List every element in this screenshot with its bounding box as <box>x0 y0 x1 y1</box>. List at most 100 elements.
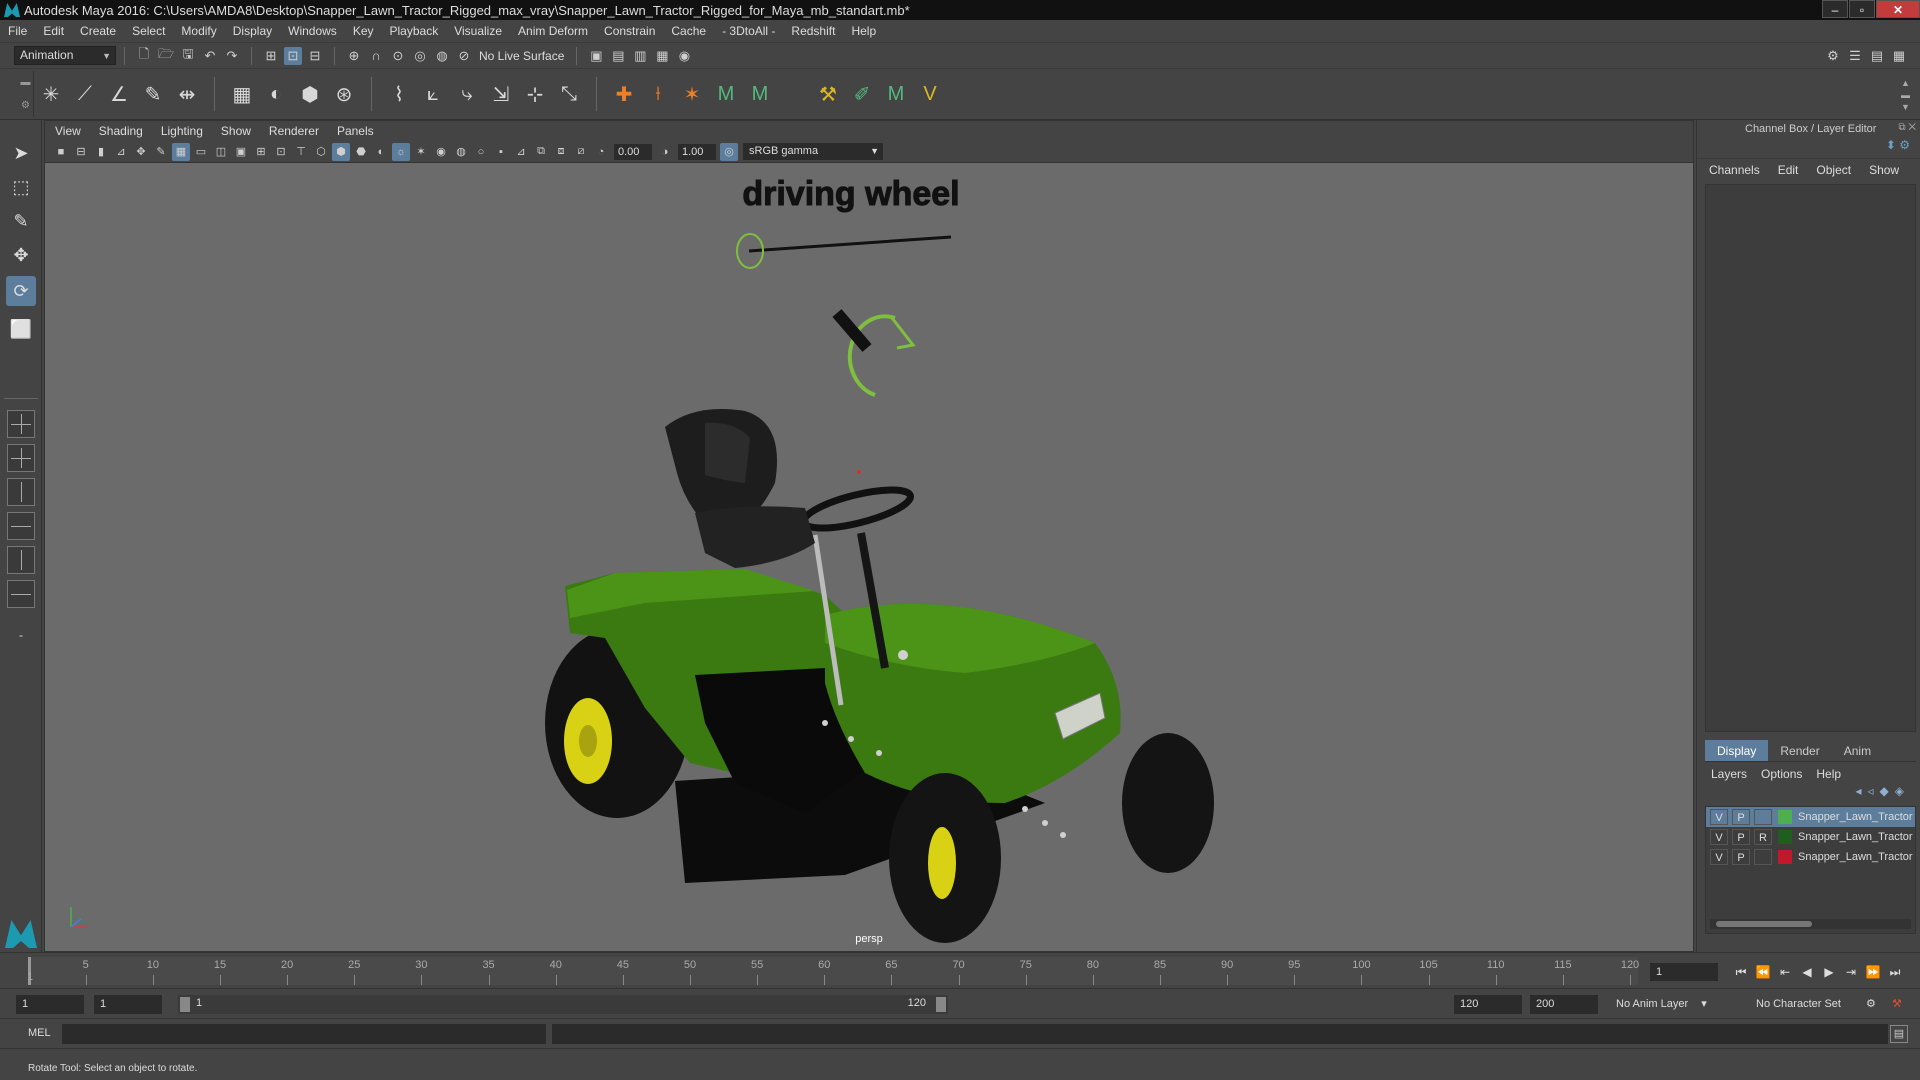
layer-row[interactable]: V P Snapper_Lawn_Tractor <box>1706 847 1915 867</box>
current-frame-field[interactable]: 1 <box>1650 963 1718 981</box>
panel-menu-panels[interactable]: Panels <box>337 124 374 138</box>
joint-tool-icon[interactable]: ✳ <box>36 79 66 109</box>
mash-icon[interactable]: M <box>881 79 911 109</box>
shelf-scroll-arrows[interactable]: ▲ ▬ ▼ <box>1901 77 1910 113</box>
menu-edit[interactable]: Edit <box>43 24 64 38</box>
grease-pencil-icon[interactable]: ✎ <box>152 143 170 161</box>
gamma-field[interactable]: 1.00 <box>678 143 716 160</box>
textured-icon[interactable]: ◐ <box>372 143 390 161</box>
playback-start-field[interactable]: 1 <box>94 995 162 1014</box>
motion-blur-icon[interactable]: ◍ <box>452 143 470 161</box>
scale-tool-icon[interactable]: ⬜ <box>6 314 36 344</box>
panel-menu-view[interactable]: View <box>55 124 81 138</box>
go-to-end-icon[interactable]: ⏭ <box>1884 963 1906 981</box>
minimize-button[interactable]: – <box>1822 0 1848 18</box>
camera-lock-icon[interactable]: ⊟ <box>72 143 90 161</box>
step-forward-key-icon[interactable]: ⇥ <box>1840 963 1862 981</box>
snap-view-icon[interactable]: ◎ <box>411 47 429 65</box>
live-surface-icon[interactable]: ⊘ <box>455 47 473 65</box>
new-scene-icon[interactable]: 🗋 <box>135 46 153 65</box>
panel-menu-show[interactable]: Show <box>221 124 251 138</box>
isolate-select-icon[interactable]: ⊿ <box>512 143 530 161</box>
layer-display-type-toggle[interactable]: R <box>1754 829 1772 845</box>
select-hierarchy-icon[interactable]: ⊞ <box>262 47 280 65</box>
shadows-icon[interactable]: ✶ <box>412 143 430 161</box>
quick-rig-icon[interactable]: M <box>711 79 741 109</box>
scene-canvas[interactable]: driving wheel <box>45 163 1693 951</box>
point-constraint-icon[interactable]: ✶ <box>677 79 707 109</box>
playback-range-bar[interactable]: 1 120 <box>178 995 948 1014</box>
layout-persp-graph-button[interactable] <box>7 546 35 574</box>
end-time-field[interactable]: 200 <box>1530 995 1598 1014</box>
layout-stacked-button[interactable] <box>7 512 35 540</box>
wrap-icon[interactable]: ◐ <box>261 79 291 109</box>
film-gate-icon[interactable]: ▭ <box>192 143 210 161</box>
wireframe-icon[interactable]: ⬡ <box>312 143 330 161</box>
attribute-editor-icon[interactable]: ☰ <box>1846 47 1864 65</box>
paint-select-icon[interactable]: ✎ <box>6 206 36 236</box>
wheel-rotate-controller[interactable] <box>832 309 916 397</box>
more-layouts-icon[interactable]: - <box>6 620 36 650</box>
layer-playback-toggle[interactable]: P <box>1732 849 1750 865</box>
menu-cache[interactable]: Cache <box>671 24 706 38</box>
resolution-gate-icon[interactable]: ◫ <box>212 143 230 161</box>
lawn-tractor-model[interactable] <box>545 409 1214 943</box>
start-time-field[interactable]: 1 <box>16 995 84 1014</box>
cluster-icon[interactable]: ⊛ <box>329 79 359 109</box>
hypershade-icon[interactable]: ◉ <box>675 47 693 65</box>
layout-persp-outliner-button[interactable] <box>7 580 35 608</box>
paint-skin-icon[interactable]: ✐ <box>847 79 877 109</box>
step-forward-frame-icon[interactable]: ⏩ <box>1862 963 1884 981</box>
play-backwards-icon[interactable]: ◀ <box>1796 963 1818 981</box>
panel-menu-lighting[interactable]: Lighting <box>161 124 203 138</box>
menu-constrain[interactable]: Constrain <box>604 24 655 38</box>
menu-playback[interactable]: Playback <box>390 24 439 38</box>
select-component-icon[interactable]: ⊟ <box>306 47 324 65</box>
camera-select-icon[interactable]: ■ <box>52 143 70 161</box>
script-editor-icon[interactable]: ▤ <box>1890 1025 1908 1043</box>
multisample-icon[interactable]: ○ <box>472 143 490 161</box>
open-scene-icon[interactable]: 🗁 <box>157 46 175 65</box>
use-all-lights-icon[interactable]: ☼ <box>392 142 410 161</box>
channel-box-icon[interactable]: ▦ <box>1890 47 1908 65</box>
select-tool-icon[interactable]: ➤ <box>6 138 36 168</box>
live-surface-label[interactable]: No Live Surface <box>479 49 564 63</box>
scene-label-driving-wheel[interactable]: driving wheel <box>742 175 960 214</box>
wireframe-on-shaded-icon[interactable]: ⬣ <box>352 143 370 161</box>
play-forwards-icon[interactable]: ▶ <box>1818 963 1840 981</box>
render-settings-icon[interactable]: ▦ <box>653 47 671 65</box>
new-layer-icon[interactable]: ◆ <box>1880 784 1895 798</box>
layers-menu[interactable]: Layers <box>1711 767 1747 781</box>
snap-grid-icon[interactable]: ⊕ <box>345 47 363 65</box>
step-back-key-icon[interactable]: ⇤ <box>1774 963 1796 981</box>
curve-tool-icon[interactable]: ⌇ <box>384 79 414 109</box>
layout-side-by-side-button[interactable] <box>7 478 35 506</box>
range-end-handle[interactable] <box>936 997 946 1012</box>
snap-surface-icon[interactable]: ◍ <box>433 47 451 65</box>
locator-icon[interactable]: ✚ <box>609 79 639 109</box>
depth-of-field-icon[interactable]: ▪ <box>492 143 510 161</box>
menu-windows[interactable]: Windows <box>288 24 337 38</box>
layer-playback-toggle[interactable]: P <box>1732 809 1750 825</box>
xray-components-icon[interactable]: ⧄ <box>572 143 590 161</box>
layout-single-pane-button[interactable] <box>7 410 35 438</box>
ipr-render-icon[interactable]: ▥ <box>631 47 649 65</box>
layer-visibility-toggle[interactable]: V <box>1710 829 1728 845</box>
ik-spline-icon[interactable]: ∠ <box>104 79 134 109</box>
render-frame-icon[interactable]: ▤ <box>609 47 627 65</box>
character-set-dropdown[interactable]: No Character Set <box>1750 995 1870 1014</box>
object-menu[interactable]: Object <box>1816 163 1851 177</box>
layer-visibility-toggle[interactable]: V <box>1710 809 1728 825</box>
script-icon[interactable]: V <box>915 79 945 109</box>
layer-name[interactable]: Snapper_Lawn_Tractor <box>1798 811 1914 823</box>
viewport-panel[interactable]: View Shading Lighting Show Renderer Pane… <box>44 120 1694 952</box>
layer-color-swatch[interactable] <box>1778 850 1792 864</box>
aim-constraint-icon[interactable]: ⟀ <box>418 79 448 109</box>
tab-anim[interactable]: Anim <box>1832 740 1883 761</box>
modeling-toolkit-icon[interactable]: ⚙ <box>1824 47 1842 65</box>
shelf-menu-handle[interactable]: ▬ ⚙ <box>18 71 34 117</box>
menu-file[interactable]: File <box>8 24 27 38</box>
script-language-toggle[interactable]: MEL <box>28 1027 51 1039</box>
layer-display-type-toggle[interactable] <box>1754 809 1772 825</box>
panel-menu-shading[interactable]: Shading <box>99 124 143 138</box>
